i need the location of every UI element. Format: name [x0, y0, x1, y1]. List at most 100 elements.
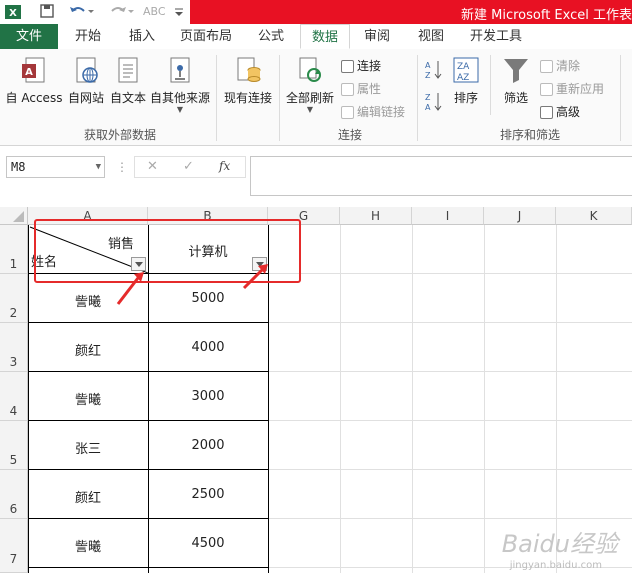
connections-group-label: 连接 — [337, 128, 362, 142]
sort-button[interactable]: ZA AZ 排序 — [448, 55, 484, 106]
row-number: 3 — [9, 355, 18, 369]
from-text-label: 自文本 — [109, 91, 146, 105]
gridline — [412, 225, 413, 573]
svg-text:A: A — [425, 61, 431, 70]
svg-text:A: A — [25, 67, 33, 78]
table-cell[interactable]: 5000 — [148, 291, 268, 306]
redo-icon[interactable] — [106, 3, 136, 21]
table-cell[interactable]: 2500 — [148, 487, 268, 502]
arrow-annotation-icon — [116, 272, 144, 305]
refresh-all-button[interactable]: 全部刷新 ▼ — [284, 55, 336, 114]
table-cell[interactable]: 4000 — [148, 340, 268, 355]
table-cell[interactable]: 訾曦 — [28, 536, 148, 555]
spellcheck-icon[interactable]: ABC — [140, 3, 168, 21]
connections-button[interactable]: 连接 — [341, 57, 381, 74]
dropdown-arrow-icon: ▼ — [306, 105, 314, 114]
access-icon: A — [20, 55, 48, 85]
row-number: 7 — [9, 552, 18, 566]
clear-label: 清除 — [556, 59, 581, 73]
customize-icon[interactable] — [172, 3, 186, 21]
table-border — [28, 518, 269, 519]
group-divider — [490, 55, 491, 115]
tab-formulas[interactable]: 公式 — [246, 24, 296, 49]
existing-connections-button[interactable]: 现有连接 — [222, 55, 274, 106]
tab-page-layout[interactable]: 页面布局 — [172, 24, 240, 49]
formula-buttons: ✕ ✓ fx — [134, 156, 246, 178]
edit-links-label: 编辑链接 — [357, 105, 406, 119]
select-all-corner[interactable] — [0, 207, 28, 225]
table-cell[interactable]: 訾曦 — [28, 389, 148, 408]
separator-dots-icon: ⋮ — [116, 160, 128, 174]
table-cell[interactable]: 3000 — [148, 389, 268, 404]
confirm-icon[interactable]: ✓ — [183, 159, 194, 174]
sort-dialog-icon: ZA AZ — [452, 55, 480, 85]
table-border — [28, 322, 269, 323]
properties-button[interactable]: 属性 — [341, 80, 381, 97]
table-cell[interactable]: 4500 — [148, 536, 268, 551]
row-header-2[interactable]: 2 — [0, 274, 28, 323]
from-web-button[interactable]: 自网站 — [64, 55, 108, 106]
column-header-h[interactable]: H — [340, 207, 412, 225]
web-icon — [72, 55, 100, 85]
window-title: 新建 Microsoft Excel 工作表 — [461, 8, 632, 23]
row-header-1[interactable]: 1 — [0, 225, 28, 274]
excel-icon: X — [4, 3, 22, 21]
edit-links-button[interactable]: 编辑链接 — [341, 103, 405, 120]
existing-connections-icon — [234, 55, 262, 85]
advanced-button[interactable]: 高级 — [540, 103, 580, 120]
cancel-icon[interactable]: ✕ — [147, 159, 158, 174]
chevron-down-icon[interactable]: ▼ — [96, 157, 101, 177]
row-header-7[interactable]: 7 — [0, 519, 28, 573]
edit-links-icon — [341, 106, 354, 119]
from-other-sources-button[interactable]: 自其他来源 ▼ — [148, 55, 212, 114]
column-header-k[interactable]: K — [556, 207, 632, 225]
dropdown-arrow-icon: ▼ — [176, 105, 184, 114]
tab-home[interactable]: 开始 — [62, 24, 114, 49]
sort-za-button[interactable]: ZA — [424, 91, 444, 116]
existing-connections-label: 现有连接 — [223, 91, 272, 105]
refresh-icon — [296, 55, 324, 85]
properties-label: 属性 — [357, 82, 382, 96]
column-header-j[interactable]: J — [484, 207, 556, 225]
table-cell[interactable]: 2000 — [148, 438, 268, 453]
column-header-i[interactable]: I — [412, 207, 484, 225]
from-text-button[interactable]: 自文本 — [108, 55, 148, 106]
group-divider — [620, 55, 621, 141]
sort-az-button[interactable]: AZ — [424, 59, 444, 84]
row-header-4[interactable]: 4 — [0, 372, 28, 421]
text-file-icon — [114, 55, 142, 85]
save-icon[interactable] — [38, 3, 56, 21]
gridline — [268, 420, 632, 421]
table-cell[interactable]: 张三 — [28, 438, 148, 457]
tab-data[interactable]: 数据 — [300, 24, 350, 49]
connections-label: 连接 — [357, 59, 382, 73]
ribbon-tabs: 文件 开始 插入 页面布局 公式 数据 审阅 视图 开发工具 — [0, 24, 632, 50]
tab-review[interactable]: 审阅 — [352, 24, 402, 49]
external-data-group-label: 获取外部数据 — [83, 128, 156, 142]
undo-icon[interactable] — [66, 3, 96, 21]
tab-insert[interactable]: 插入 — [116, 24, 168, 49]
sort-label: 排序 — [453, 91, 478, 105]
clear-button[interactable]: 清除 — [540, 57, 580, 74]
from-access-button[interactable]: A 自 Access — [4, 55, 64, 106]
tab-developer[interactable]: 开发工具 — [460, 24, 532, 49]
connections-icon — [341, 60, 354, 73]
reapply-button[interactable]: 重新应用 — [540, 80, 604, 97]
name-box[interactable]: M8 ▼ — [6, 156, 105, 178]
table-cell[interactable]: 颜红 — [28, 340, 148, 359]
tab-file[interactable]: 文件 — [0, 24, 58, 49]
formula-input[interactable] — [250, 156, 632, 196]
row-header-6[interactable]: 6 — [0, 470, 28, 519]
row-header-5[interactable]: 5 — [0, 421, 28, 470]
filter-button[interactable]: 筛选 — [498, 55, 534, 106]
ribbon-data: A 自 Access 自网站 自文本 自其他来源 ▼ 获取外部数据 现有连接 全 — [0, 49, 632, 146]
svg-text:Z: Z — [425, 71, 431, 80]
insert-function-icon[interactable]: fx — [219, 159, 230, 173]
table-cell[interactable]: 颜红 — [28, 487, 148, 506]
tab-view[interactable]: 视图 — [406, 24, 456, 49]
svg-text:ZA: ZA — [457, 62, 470, 72]
sort-filter-group-label: 排序和筛选 — [499, 128, 560, 142]
svg-text:ABC: ABC — [143, 5, 166, 18]
watermark-url: jingyan.baidu.com — [509, 560, 602, 571]
row-header-3[interactable]: 3 — [0, 323, 28, 372]
